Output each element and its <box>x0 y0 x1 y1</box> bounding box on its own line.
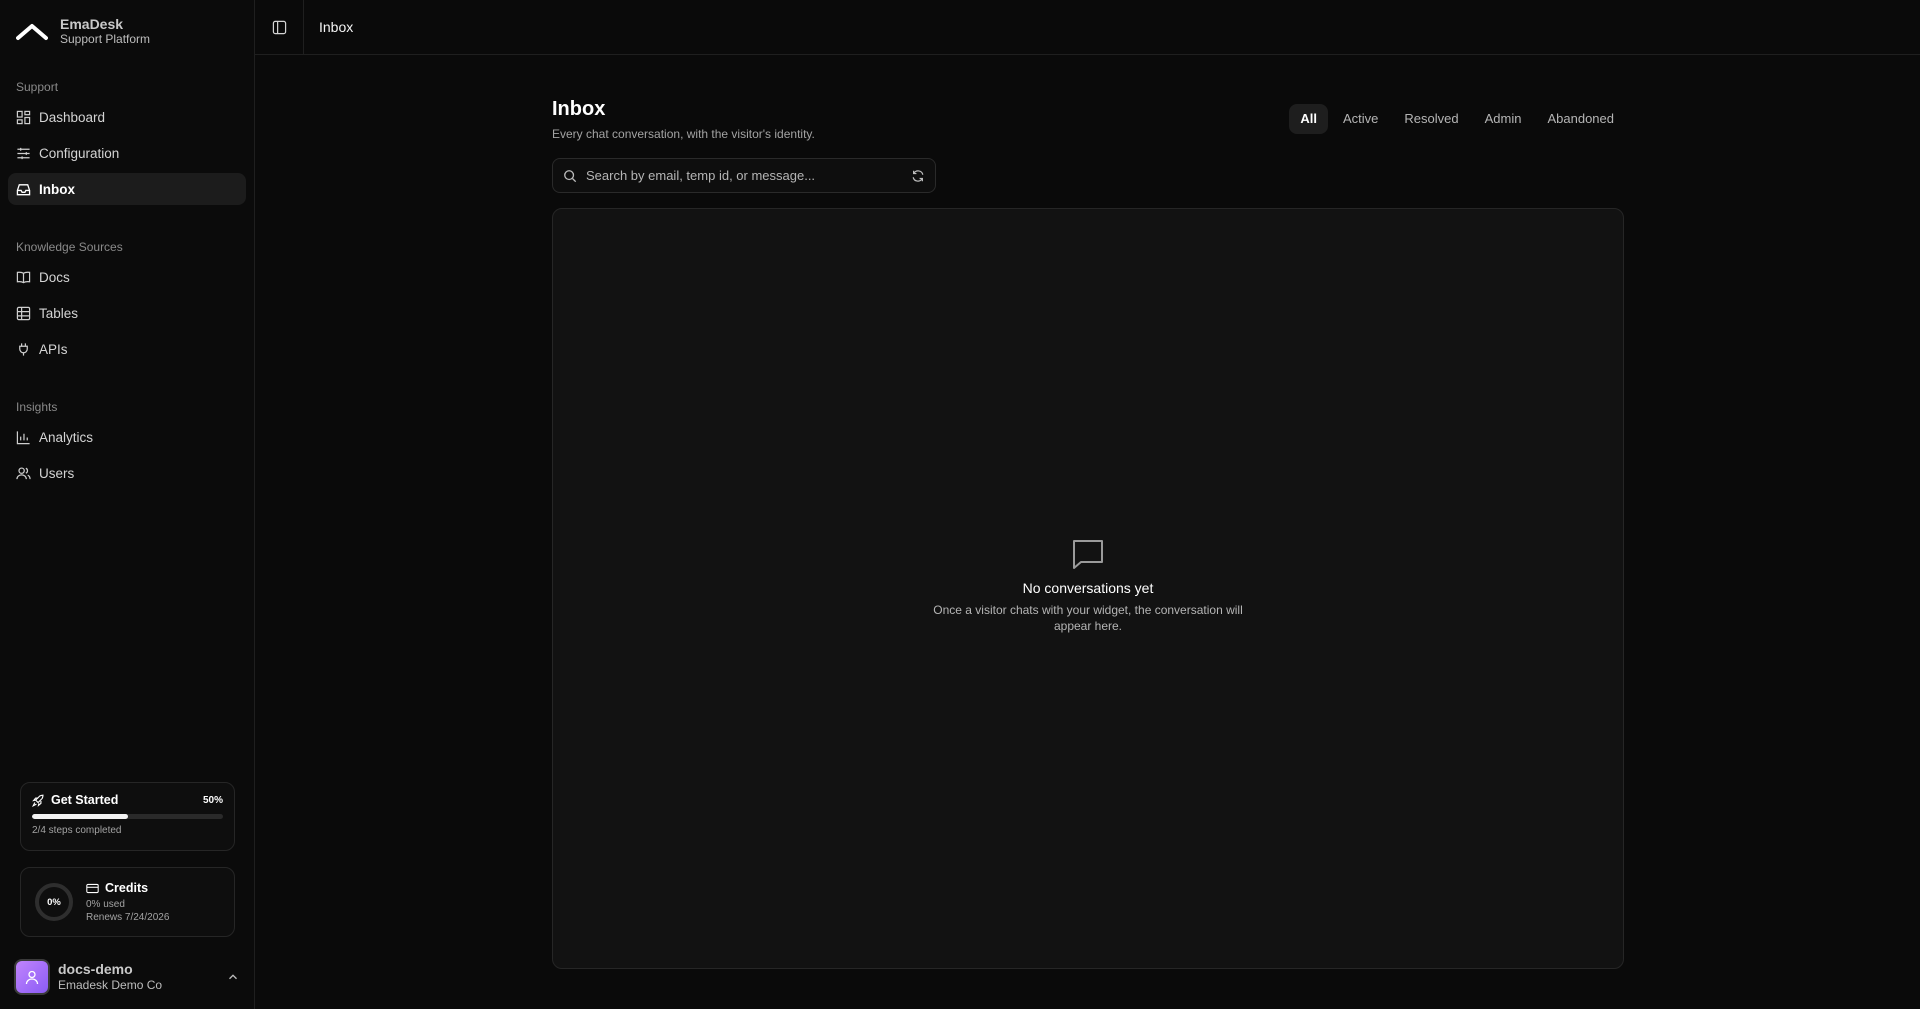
sidebar-item-dashboard[interactable]: Dashboard <box>8 101 246 133</box>
search-icon <box>564 169 577 182</box>
page-subtitle: Every chat conversation, with the visito… <box>552 127 815 141</box>
conversation-list-panel: No conversations yet Once a visitor chat… <box>552 208 1624 969</box>
main-area: Inbox Inbox Every chat conversation, wit… <box>255 0 1920 1009</box>
tab-admin[interactable]: Admin <box>1474 104 1533 134</box>
status-filter-tabs: All Active Resolved Admin Abandoned <box>1289 104 1625 134</box>
sidebar-item-label: Analytics <box>39 429 94 445</box>
page-title: Inbox <box>552 98 606 120</box>
bar-chart-icon <box>16 430 30 444</box>
tab-all[interactable]: All <box>1289 104 1329 134</box>
logo-chevron-icon <box>16 21 48 43</box>
credits-used: 0% used <box>86 899 125 910</box>
sidebar-item-label: Configuration <box>39 145 120 161</box>
dashboard-icon <box>16 110 31 124</box>
refresh-icon[interactable] <box>911 169 925 183</box>
sidebar-item-inbox[interactable]: Inbox <box>8 173 246 205</box>
get-started-percent: 50% <box>202 794 223 806</box>
sidebar-item-label: Users <box>39 465 75 481</box>
empty-state: No conversations yet Once a visitor chat… <box>553 536 1623 634</box>
credits-title: Credits <box>105 881 149 895</box>
brand-name: EmaDesk <box>60 16 124 32</box>
table-icon <box>16 306 31 320</box>
sliders-icon <box>17 147 30 159</box>
sidebar-toggle-button[interactable] <box>255 0 304 55</box>
user-icon <box>25 970 39 985</box>
chevron-up-icon[interactable] <box>226 970 240 984</box>
sidebar-item-label: APIs <box>39 341 68 357</box>
tab-abandoned[interactable]: Abandoned <box>1536 104 1625 134</box>
user-menu[interactable]: docs-demo Emadesk Demo Co <box>14 957 240 997</box>
sidebar-item-docs[interactable]: Docs <box>8 261 246 293</box>
get-started-steps: 2/4 steps completed <box>32 825 122 836</box>
empty-text: Once a visitor chats with your widget, t… <box>933 603 1243 633</box>
empty-title: No conversations yet <box>1022 580 1154 596</box>
sidebar-item-configuration[interactable]: Configuration <box>8 137 246 169</box>
get-started-title: Get Started <box>51 793 119 807</box>
topbar: Inbox <box>255 0 1920 55</box>
user-name: docs-demo <box>58 961 133 977</box>
sidebar-item-label: Docs <box>39 269 70 285</box>
inbox-content: Inbox Every chat conversation, with the … <box>255 55 1920 1009</box>
plug-icon <box>19 342 28 356</box>
sidebar-item-label: Tables <box>39 305 79 321</box>
search-box <box>552 158 936 193</box>
nav-group-support: Support Dashboard Configuration Inbox <box>0 77 254 209</box>
rocket-icon <box>32 794 44 807</box>
sidebar-toggle-icon <box>272 20 286 34</box>
credits-card[interactable]: 0% Credits 0% used Renews 7/24/2026 <box>20 867 235 937</box>
tab-resolved[interactable]: Resolved <box>1393 104 1469 134</box>
group-label-knowledge: Knowledge Sources <box>16 240 123 254</box>
search-input[interactable] <box>586 168 902 183</box>
avatar <box>14 959 50 995</box>
tab-active[interactable]: Active <box>1332 104 1389 134</box>
group-label-insights: Insights <box>16 400 58 414</box>
get-started-progress-bar <box>32 814 223 819</box>
breadcrumb: Inbox <box>319 19 354 35</box>
users-icon <box>16 466 31 479</box>
sidebar-item-analytics[interactable]: Analytics <box>8 421 246 453</box>
credit-card-icon <box>86 883 99 893</box>
sidebar: EmaDesk Support Platform Support Dashboa… <box>0 0 255 1009</box>
get-started-card[interactable]: Get Started 50% 2/4 steps completed <box>20 782 235 851</box>
sidebar-item-label: Inbox <box>39 181 75 197</box>
sidebar-item-tables[interactable]: Tables <box>8 297 246 329</box>
sidebar-item-apis[interactable]: APIs <box>8 333 246 365</box>
get-started-progress-fill <box>32 814 128 819</box>
inbox-icon <box>16 183 31 195</box>
sidebar-item-users[interactable]: Users <box>8 457 246 489</box>
nav-group-insights: Insights Analytics Users <box>0 397 254 493</box>
credits-usage-ring: 0% <box>35 883 73 921</box>
group-label-support: Support <box>16 80 59 94</box>
credits-renews: Renews 7/24/2026 <box>86 912 170 923</box>
book-icon <box>16 271 31 283</box>
brand[interactable]: EmaDesk Support Platform <box>0 0 254 50</box>
sidebar-item-label: Dashboard <box>39 109 106 125</box>
nav-group-knowledge: Knowledge Sources Docs Tables APIs <box>0 237 254 369</box>
message-square-icon <box>1073 540 1103 569</box>
user-org: Emadesk Demo Co <box>58 978 163 992</box>
brand-subtitle: Support Platform <box>60 32 151 46</box>
